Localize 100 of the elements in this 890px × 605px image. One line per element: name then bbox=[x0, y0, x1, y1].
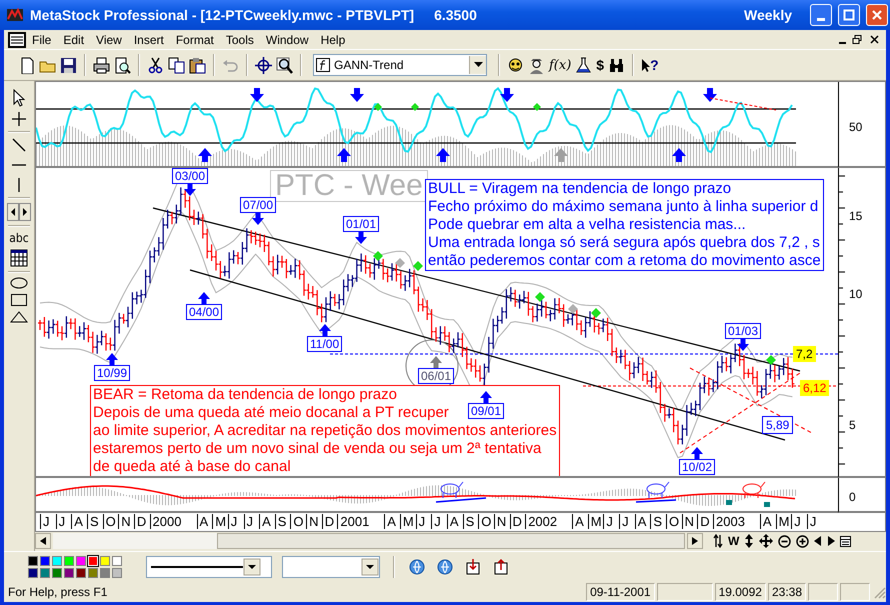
previous-icon[interactable] bbox=[814, 536, 822, 546]
menu-item[interactable]: File bbox=[26, 32, 58, 48]
color-swatch[interactable] bbox=[76, 556, 86, 566]
axis-label: O bbox=[290, 514, 304, 529]
restore-icon bbox=[852, 34, 863, 45]
template-dropdown[interactable]: GANN-Trend bbox=[313, 54, 487, 76]
note-text: Depois de uma queda até meio docanal a PT recuper bbox=[93, 404, 449, 422]
document-arrow-icon[interactable] bbox=[464, 558, 482, 576]
color-swatch[interactable] bbox=[100, 556, 110, 566]
document-arrow-icon[interactable] bbox=[492, 558, 510, 576]
date-label: 10/99 bbox=[94, 365, 130, 381]
flask-icon[interactable] bbox=[575, 56, 592, 74]
document-icon[interactable] bbox=[8, 32, 26, 48]
arrow-up-icon bbox=[690, 447, 704, 459]
save-icon[interactable] bbox=[60, 56, 77, 74]
color-swatch[interactable] bbox=[100, 568, 110, 578]
table-icon[interactable] bbox=[10, 249, 28, 267]
color-swatch[interactable] bbox=[40, 568, 50, 578]
note-text: Uma entrada longa só será segura após quebra dos 7,2 , s bbox=[428, 234, 820, 252]
globe-icon[interactable] bbox=[436, 558, 454, 576]
clipboard-icon[interactable] bbox=[189, 56, 206, 74]
pointer-icon[interactable] bbox=[11, 89, 27, 107]
zoom-icon[interactable] bbox=[276, 56, 293, 74]
color-swatch[interactable] bbox=[28, 556, 38, 566]
face-icon[interactable] bbox=[507, 56, 524, 74]
next-icon[interactable] bbox=[827, 536, 836, 546]
list-icon[interactable] bbox=[840, 536, 852, 546]
crosshair-icon[interactable] bbox=[255, 56, 272, 74]
axis-label: 10 bbox=[849, 287, 862, 301]
color-swatch[interactable] bbox=[112, 568, 122, 578]
minimize-icon bbox=[817, 18, 825, 20]
axis-label: D bbox=[697, 514, 710, 529]
week-button[interactable]: W bbox=[728, 534, 740, 548]
status-text: For Help, press F1 bbox=[7, 585, 108, 599]
refresh-arrows-icon[interactable] bbox=[713, 534, 723, 548]
crosshair-icon[interactable] bbox=[11, 111, 27, 127]
help-button[interactable]: ? bbox=[641, 57, 659, 73]
person-icon[interactable] bbox=[528, 56, 545, 74]
trend-line bbox=[436, 497, 486, 503]
color-swatch[interactable] bbox=[64, 568, 74, 578]
text-tool-button[interactable]: abc bbox=[9, 231, 29, 245]
scrollbar-thumb[interactable] bbox=[217, 533, 685, 549]
menu-item[interactable]: Window bbox=[260, 32, 315, 48]
menu-item[interactable]: Edit bbox=[57, 32, 90, 48]
scissors-icon[interactable] bbox=[147, 56, 164, 74]
dropdown-arrow-icon[interactable] bbox=[474, 62, 482, 68]
axis-label: J bbox=[228, 514, 238, 529]
resize-grip-icon[interactable] bbox=[872, 585, 886, 599]
arrow-down-icon bbox=[350, 88, 364, 102]
dollar-icon[interactable]: $ bbox=[596, 57, 604, 73]
axis-label: A bbox=[71, 514, 83, 529]
scroll-left-button[interactable] bbox=[35, 533, 51, 549]
price-tag: 6,12 bbox=[800, 380, 830, 396]
color-swatch[interactable] bbox=[88, 568, 98, 578]
axis-label: A bbox=[446, 514, 459, 529]
triangle-icon[interactable] bbox=[10, 311, 28, 323]
price-tag: 7,2 bbox=[793, 346, 816, 362]
globe-icon[interactable] bbox=[408, 558, 426, 576]
vertical-resize-icon[interactable] bbox=[744, 534, 754, 548]
arrow-up-icon bbox=[337, 148, 351, 162]
axis-label: 0 bbox=[849, 490, 856, 504]
print-preview-icon[interactable] bbox=[114, 56, 131, 74]
color-swatch[interactable] bbox=[40, 556, 50, 566]
restore-button[interactable] bbox=[852, 34, 863, 45]
color-swatch[interactable] bbox=[52, 568, 62, 578]
axis-label: 15 bbox=[849, 209, 862, 223]
ellipse-icon[interactable] bbox=[10, 277, 28, 289]
maximize-button[interactable] bbox=[838, 4, 860, 26]
color-swatch[interactable] bbox=[112, 556, 122, 566]
axis-label: N bbox=[118, 514, 131, 529]
axis-label: A bbox=[634, 514, 646, 529]
menu-item[interactable]: Tools bbox=[220, 32, 260, 48]
zoom-out-icon[interactable] bbox=[778, 534, 792, 548]
price-value: 6.3500 bbox=[434, 7, 477, 23]
axis-label: D bbox=[134, 514, 146, 529]
move-icon[interactable] bbox=[759, 534, 774, 548]
menu-item[interactable]: View bbox=[90, 32, 128, 48]
color-swatch[interactable] bbox=[52, 556, 62, 566]
printer-icon[interactable] bbox=[93, 56, 110, 74]
diamond-marker bbox=[533, 103, 541, 111]
color-swatch[interactable] bbox=[76, 568, 86, 578]
axis-label: J bbox=[806, 514, 816, 529]
line-style-dropdown[interactable] bbox=[146, 556, 272, 578]
binoculars-icon[interactable] bbox=[608, 56, 626, 74]
color-swatch[interactable] bbox=[28, 568, 38, 578]
zoom-in-icon[interactable] bbox=[796, 534, 810, 548]
close-button[interactable] bbox=[869, 34, 880, 45]
arrow-up-icon bbox=[197, 292, 212, 304]
axis-label: J bbox=[603, 514, 613, 529]
trendline-icon[interactable] bbox=[11, 137, 27, 153]
scroll-arrows-icon[interactable] bbox=[7, 203, 31, 221]
scroll-right-button[interactable] bbox=[687, 533, 703, 549]
color-swatch[interactable] bbox=[64, 556, 74, 566]
copy-icon[interactable] bbox=[168, 56, 185, 74]
menu-item[interactable]: Help bbox=[314, 32, 352, 48]
rectangle-icon[interactable] bbox=[10, 293, 28, 307]
menu-item[interactable]: Format bbox=[170, 32, 220, 48]
function-icon[interactable]: f(x) bbox=[549, 58, 572, 72]
menu-item[interactable]: Insert bbox=[128, 32, 170, 48]
formula-icon bbox=[316, 58, 330, 72]
